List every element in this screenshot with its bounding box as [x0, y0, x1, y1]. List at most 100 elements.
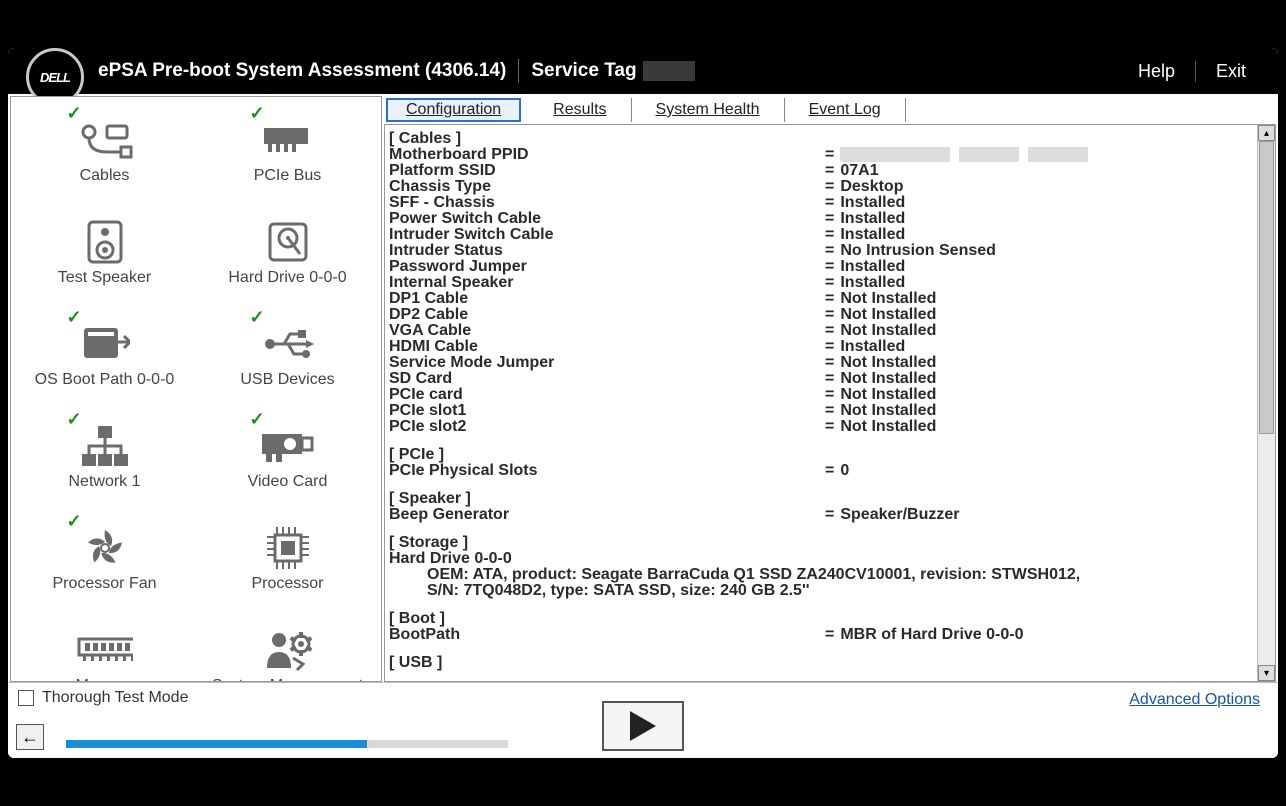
scroll-down-icon[interactable]: ▾	[1258, 665, 1275, 681]
config-value	[840, 147, 1088, 163]
config-label: Intruder Switch Cable	[389, 227, 825, 243]
section-heading: [ PCIe ]	[389, 447, 1253, 463]
config-line: Hard Drive 0-0-0	[389, 551, 1253, 567]
help-button[interactable]: Help	[1118, 61, 1195, 82]
section-heading: [ USB ]	[389, 655, 1253, 671]
check-icon: ✓	[67, 511, 82, 532]
section-heading: [ Cables ]	[389, 131, 1253, 147]
device-item-boot[interactable]: ✓ OS Boot Path 0-0-0	[13, 307, 196, 401]
config-value: Not Installed	[840, 323, 936, 339]
section-heading: [ Speaker ]	[389, 491, 1253, 507]
check-icon: ✓	[67, 307, 82, 328]
scroll-thumb[interactable]	[1259, 141, 1274, 434]
device-item-usb[interactable]: ✓USB Devices	[196, 307, 379, 401]
device-item-fan[interactable]: ✓Processor Fan	[13, 511, 196, 605]
config-label: Platform SSID	[389, 163, 825, 179]
progress-bar	[66, 740, 508, 748]
service-tag-label: Service Tag	[531, 60, 636, 82]
device-label: Video Card	[248, 473, 328, 491]
config-row: DP1 Cable=Not Installed	[389, 291, 1253, 307]
advanced-options-link[interactable]: Advanced Options	[1129, 691, 1260, 709]
scroll-up-icon[interactable]: ▴	[1258, 125, 1275, 141]
device-item-pcie[interactable]: ✓PCIe Bus	[196, 103, 379, 197]
play-button[interactable]	[602, 701, 684, 751]
config-value: MBR of Hard Drive 0-0-0	[840, 627, 1023, 643]
hdd-icon	[260, 219, 316, 265]
config-label: SFF - Chassis	[389, 195, 825, 211]
footer: Thorough Test Mode Advanced Options ←	[8, 682, 1278, 758]
config-value: Desktop	[840, 179, 903, 195]
config-row: Service Mode Jumper=Not Installed	[389, 355, 1253, 371]
config-value: Installed	[840, 275, 905, 291]
titlebar: DELL ePSA Pre-boot System Assessment (43…	[8, 48, 1278, 94]
check-icon: ✓	[67, 103, 82, 124]
config-label: BootPath	[389, 627, 825, 643]
thorough-test-label: Thorough Test Mode	[42, 689, 188, 707]
device-label: Cables	[80, 167, 130, 185]
config-value: Speaker/Buzzer	[840, 507, 959, 523]
device-item-network[interactable]: ✓Network 1	[13, 409, 196, 503]
tab-system-health[interactable]: System Health	[632, 98, 785, 122]
config-value: Installed	[840, 339, 905, 355]
video-icon	[260, 423, 316, 469]
exit-button[interactable]: Exit	[1195, 61, 1266, 82]
config-line: S/N: 7TQ048D2, type: SATA SSD, size: 240…	[389, 583, 1253, 599]
config-row: Internal Speaker=Installed	[389, 275, 1253, 291]
app-title: ePSA Pre-boot System Assessment (4306.14…	[98, 60, 506, 82]
config-row: VGA Cable=Not Installed	[389, 323, 1253, 339]
app-frame: DELL ePSA Pre-boot System Assessment (43…	[8, 48, 1278, 758]
check-icon: ✓	[250, 307, 265, 328]
device-label: Processor	[251, 575, 323, 593]
config-label: PCIe card	[389, 387, 825, 403]
right-panel: Configuration ResultsSystem HealthEvent L…	[384, 96, 1276, 682]
device-item-video[interactable]: ✓Video Card	[196, 409, 379, 503]
config-label: Intruder Status	[389, 243, 825, 259]
device-label: PCIe Bus	[254, 167, 322, 185]
config-content: [ Cables ]Motherboard PPID= Platform SSI…	[384, 124, 1276, 682]
tab-row: Configuration ResultsSystem HealthEvent L…	[384, 96, 1276, 124]
play-icon	[628, 709, 658, 743]
title-divider	[518, 59, 519, 83]
scrollbar[interactable]: ▴ ▾	[1257, 125, 1275, 681]
tab-configuration[interactable]: Configuration	[386, 98, 521, 122]
device-item-memory[interactable]: Memory	[13, 613, 196, 682]
config-value: 0	[840, 463, 849, 479]
tab-results[interactable]: Results	[529, 98, 631, 122]
config-label: PCIe slot1	[389, 403, 825, 419]
config-label: Service Mode Jumper	[389, 355, 825, 371]
config-row: Password Jumper=Installed	[389, 259, 1253, 275]
tab-event-log[interactable]: Event Log	[785, 98, 906, 122]
config-line: OEM: ATA, product: Seagate BarraCuda Q1 …	[389, 567, 1253, 583]
config-value: Installed	[840, 259, 905, 275]
config-label: Power Switch Cable	[389, 211, 825, 227]
config-value: Not Installed	[840, 355, 936, 371]
back-button[interactable]: ←	[16, 724, 44, 750]
config-label: VGA Cable	[389, 323, 825, 339]
device-item-cables[interactable]: ✓ Cables	[13, 103, 196, 197]
config-row: PCIe slot2=Not Installed	[389, 419, 1253, 435]
device-item-speaker[interactable]: Test Speaker	[13, 205, 196, 299]
device-item-hdd[interactable]: Hard Drive 0-0-0	[196, 205, 379, 299]
config-label: SD Card	[389, 371, 825, 387]
cpu-icon	[260, 525, 316, 571]
config-value: Not Installed	[840, 307, 936, 323]
device-item-sysmgmt[interactable]: System Management	[196, 613, 379, 682]
config-label: Motherboard PPID	[389, 147, 825, 163]
device-item-cpu[interactable]: Processor	[196, 511, 379, 605]
device-label: OS Boot Path 0-0-0	[35, 371, 175, 389]
config-value: Not Installed	[840, 371, 936, 387]
config-value: Installed	[840, 195, 905, 211]
config-row: Intruder Switch Cable=Installed	[389, 227, 1253, 243]
config-value: Not Installed	[840, 403, 936, 419]
section-heading: [ Storage ]	[389, 535, 1253, 551]
config-label: DP1 Cable	[389, 291, 825, 307]
config-label: PCIe slot2	[389, 419, 825, 435]
config-label: Internal Speaker	[389, 275, 825, 291]
device-label: Test Speaker	[58, 269, 151, 287]
usb-icon	[260, 321, 316, 367]
config-row: SD Card=Not Installed	[389, 371, 1253, 387]
config-label: HDMI Cable	[389, 339, 825, 355]
device-label: Hard Drive 0-0-0	[228, 269, 346, 287]
thorough-test-checkbox[interactable]	[18, 690, 34, 706]
fan-icon	[77, 525, 133, 571]
